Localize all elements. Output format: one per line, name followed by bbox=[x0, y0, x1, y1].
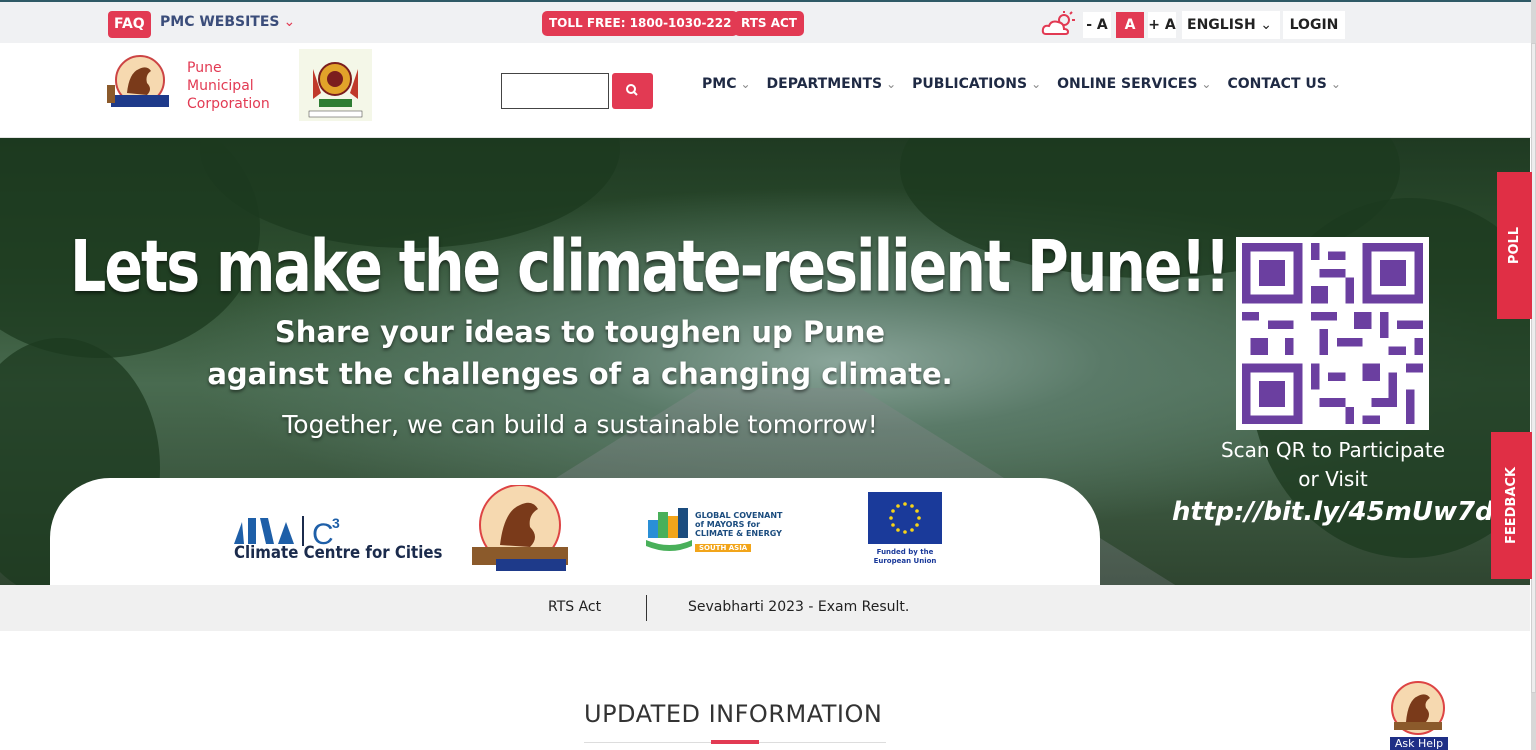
ticker-divider bbox=[646, 595, 647, 621]
faq-button[interactable]: FAQ bbox=[108, 11, 151, 38]
poll-tab[interactable]: POLL bbox=[1497, 172, 1532, 319]
niua-label: Climate Centre for Cities bbox=[234, 541, 443, 563]
scrollbar-thumb[interactable] bbox=[1531, 43, 1536, 693]
gcom-line: of MAYORS for bbox=[695, 520, 761, 529]
nav-item-contact-us[interactable]: CONTACT US ⌄ bbox=[1227, 76, 1340, 92]
org-name[interactable]: Pune Municipal Corporation bbox=[187, 59, 270, 113]
feedback-label: FEEDBACK bbox=[1504, 466, 1519, 545]
pmc-logo-emblem[interactable] bbox=[107, 55, 173, 111]
nav-label: ONLINE SERVICES bbox=[1057, 76, 1198, 92]
participation-url: http://bit.ly/45mUw7d bbox=[1172, 497, 1494, 527]
hero-subtitle: Share your ideas to toughen up Pune bbox=[274, 315, 886, 349]
nav-label: PMC bbox=[702, 76, 737, 92]
chevron-down-icon: ⌄ bbox=[740, 77, 751, 91]
search-input[interactable] bbox=[501, 73, 609, 109]
hero-banner[interactable]: Lets make the climate-resilient Pune!! S… bbox=[0, 138, 1530, 585]
language-value: ENGLISH bbox=[1187, 17, 1256, 33]
qr-instructions: Scan QR to Participate or Visit bbox=[1188, 436, 1478, 494]
pmc-websites-label: PMC WEBSITES bbox=[160, 14, 280, 30]
site-header: Pune Municipal Corporation PMC ⌄ DEPARTME… bbox=[0, 43, 1536, 138]
chevron-down-icon: ⌄ bbox=[1330, 77, 1341, 91]
nav-item-online-services[interactable]: ONLINE SERVICES ⌄ bbox=[1057, 76, 1211, 92]
poll-label: POLL bbox=[1507, 226, 1522, 265]
eu-label: Funded by the European Union bbox=[860, 548, 950, 566]
news-ticker: RTS Act Sevabharti 2023 - Exam Result. bbox=[0, 585, 1530, 631]
chevron-down-icon: ⌄ bbox=[1260, 17, 1272, 33]
gcom-region-badge: SOUTH ASIA bbox=[695, 544, 752, 552]
gcom-text: GLOBAL COVENANT of MAYORS for CLIMATE & … bbox=[695, 511, 783, 538]
ticker-rts-link[interactable]: RTS Act bbox=[548, 599, 601, 615]
partner-logos-strip: C 3 Climate Centre for Cities GLOBAL COV… bbox=[50, 478, 1100, 585]
chevron-down-icon: ⌄ bbox=[886, 77, 897, 91]
hero-title: Lets make the climate-resilient Pune!! bbox=[70, 226, 1231, 309]
chevron-down-icon: ⌄ bbox=[283, 14, 296, 30]
toll-free-badge[interactable]: TOLL FREE: 1800-1030-222 bbox=[542, 11, 739, 36]
nav-label: DEPARTMENTS bbox=[766, 76, 883, 92]
eu-label-line: Funded by the bbox=[876, 548, 934, 556]
login-button[interactable]: LOGIN bbox=[1283, 11, 1345, 39]
rts-act-button[interactable]: RTS ACT bbox=[734, 11, 804, 36]
org-name-line: Pune bbox=[187, 60, 222, 76]
top-utility-bar: FAQ PMC WEBSITES ⌄ TOLL FREE: 1800-1030-2… bbox=[0, 0, 1536, 43]
hero-tagline: Together, we can build a sustainable tom… bbox=[282, 410, 878, 439]
cloud-sun-icon bbox=[1041, 11, 1075, 35]
main-navigation: PMC ⌄ DEPARTMENTS ⌄ PUBLICATIONS ⌄ ONLINE S… bbox=[702, 76, 1357, 92]
eu-label-line: European Union bbox=[873, 557, 937, 565]
font-decrease-button[interactable]: - A bbox=[1083, 12, 1111, 38]
font-increase-button[interactable]: + A bbox=[1148, 12, 1176, 38]
gcom-line: GLOBAL COVENANT bbox=[695, 511, 783, 520]
chevron-down-icon: ⌄ bbox=[1031, 77, 1042, 91]
org-name-line: Municipal bbox=[187, 78, 254, 94]
section-accent-bar bbox=[711, 740, 759, 744]
qr-instruction-line: Scan QR to Participate bbox=[1220, 438, 1446, 462]
language-select[interactable]: ENGLISH ⌄ bbox=[1182, 11, 1280, 39]
eu-flag bbox=[868, 492, 942, 544]
state-crest-logo bbox=[299, 49, 372, 121]
hero-subtitle: against the challenges of a changing cli… bbox=[207, 357, 953, 391]
chevron-down-icon: ⌄ bbox=[1201, 77, 1212, 91]
font-normal-button[interactable]: A bbox=[1116, 12, 1144, 38]
svg-text:3: 3 bbox=[332, 515, 340, 531]
ask-help-label[interactable]: Ask Help bbox=[1390, 737, 1448, 750]
pmc-emblem bbox=[472, 485, 568, 571]
qr-code bbox=[1236, 237, 1429, 430]
nav-item-departments[interactable]: DEPARTMENTS ⌄ bbox=[767, 76, 897, 92]
nav-item-pmc[interactable]: PMC ⌄ bbox=[702, 76, 751, 92]
pmc-websites-dropdown[interactable]: PMC WEBSITES ⌄ bbox=[160, 14, 295, 30]
search-button[interactable] bbox=[612, 73, 653, 109]
ticker-news-link[interactable]: Sevabharti 2023 - Exam Result. bbox=[688, 599, 909, 615]
section-title: UPDATED INFORMATION bbox=[584, 700, 883, 728]
nav-label: PUBLICATIONS bbox=[912, 76, 1028, 92]
nav-label: CONTACT US bbox=[1227, 76, 1327, 92]
nav-item-publications[interactable]: PUBLICATIONS ⌄ bbox=[912, 76, 1041, 92]
org-name-line: Corporation bbox=[187, 96, 270, 112]
feedback-tab[interactable]: FEEDBACK bbox=[1491, 432, 1532, 579]
gcom-line: CLIMATE & ENERGY bbox=[695, 529, 782, 538]
search-icon bbox=[626, 84, 638, 96]
qr-instruction-line: or Visit bbox=[1298, 467, 1368, 491]
